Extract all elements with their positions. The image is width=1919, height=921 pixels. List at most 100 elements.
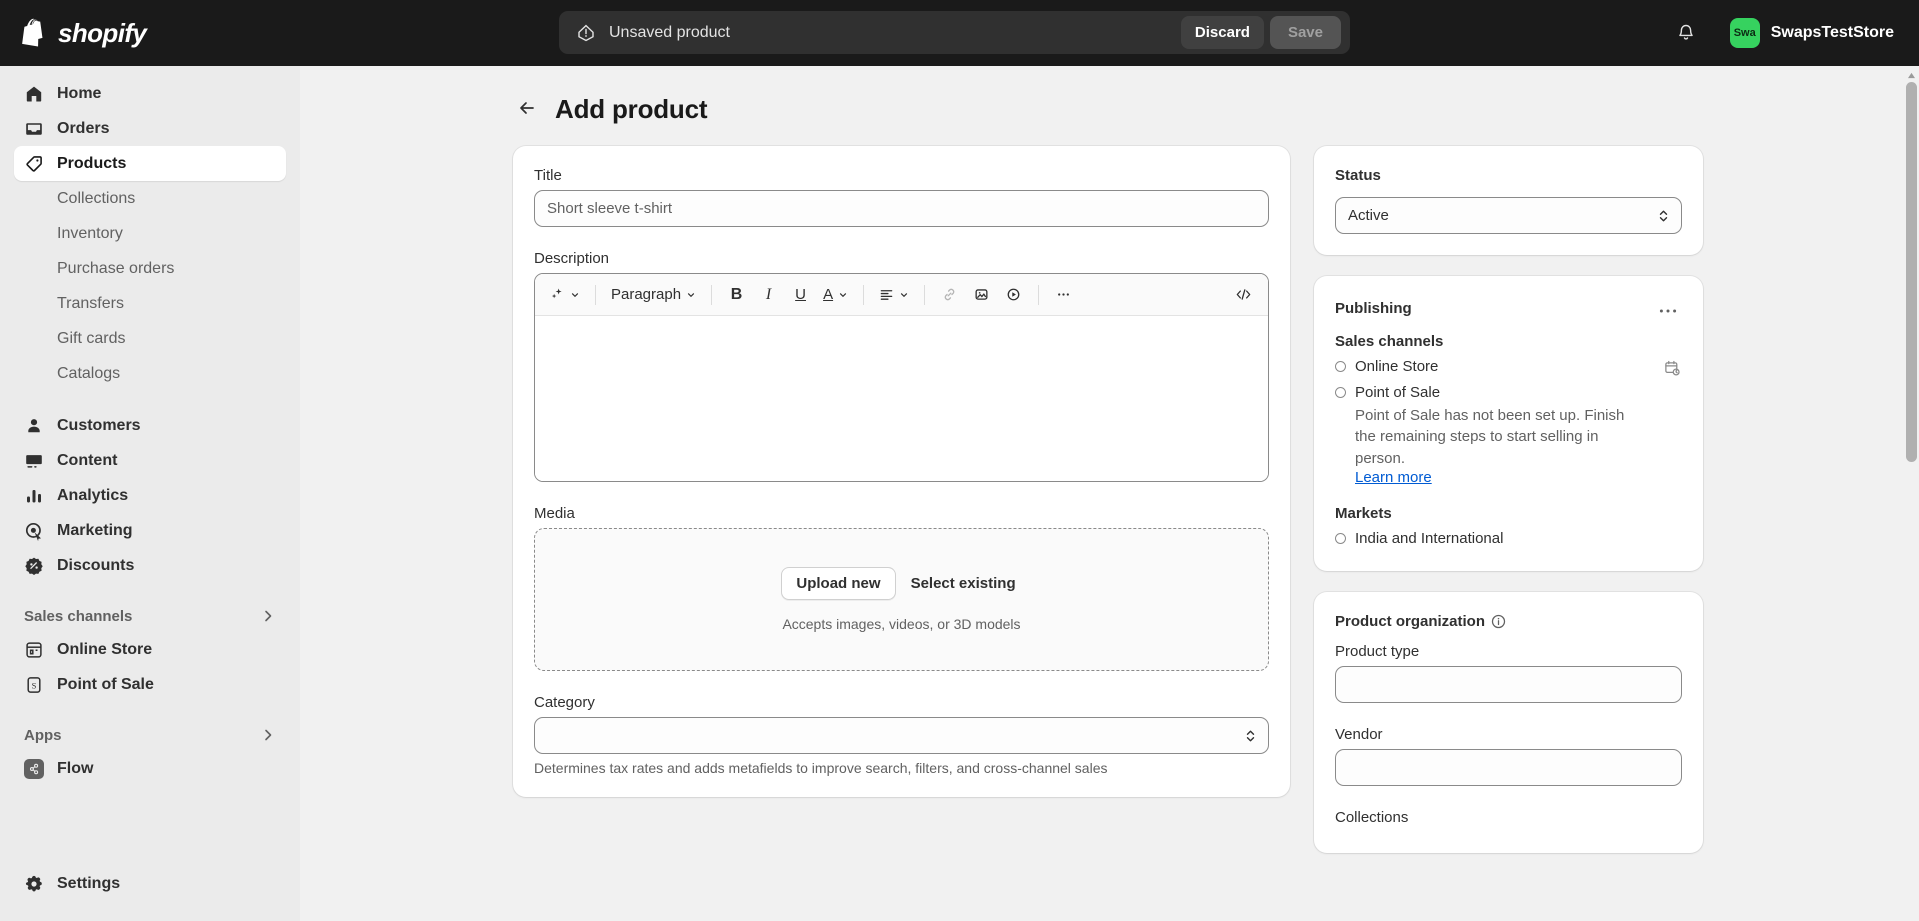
market-radio[interactable] [1335,532,1346,544]
html-code-icon[interactable] [1229,280,1258,309]
discount-badge-icon [24,556,44,576]
sidebar-item-collections[interactable]: Collections [14,181,286,216]
svg-text:S: S [32,680,37,690]
media-label: Media [534,505,575,522]
sidebar-item-orders[interactable]: Orders [14,111,286,146]
sidebar-item-purchase-orders[interactable]: Purchase orders [14,251,286,286]
home-icon [24,84,44,104]
flow-app-icon [24,758,44,779]
sidebar-divider-gap [0,391,300,408]
sidebar-divider-gap [0,702,300,719]
chevron-right-icon [260,608,276,624]
italic-icon[interactable]: I [754,280,783,309]
editor-toolbar: Paragraph B I U A [535,274,1268,316]
product-type-label: Product type [1335,642,1420,660]
sidebar-item-settings[interactable]: Settings [14,866,286,901]
upload-new-button[interactable]: Upload new [781,567,896,600]
media-field-group: Media Upload new Select existing Accepts… [534,505,1269,671]
align-left-icon[interactable] [874,280,914,309]
sidebar-item-label: Online Store [57,640,153,658]
description-editor-body[interactable] [535,316,1268,481]
organization-card-header: Product organization [1335,613,1682,630]
media-hint: Accepts images, videos, or 3D models [782,616,1021,632]
vendor-label: Vendor [1335,725,1383,743]
toolbar-divider [711,284,713,305]
sidebar-item-transfers[interactable]: Transfers [14,286,286,321]
sidebar-item-discounts[interactable]: Discounts [14,548,286,583]
product-type-input[interactable] [1335,665,1682,703]
sidebar-section-sales-channels[interactable]: Sales channels [14,600,286,632]
sidebar-item-home[interactable]: Home [14,76,286,111]
triangle-up-icon[interactable] [1903,68,1919,82]
primary-column: Title Description [513,146,1290,874]
toolbar-divider [595,284,596,305]
sidebar-item-marketing[interactable]: Marketing [14,513,286,548]
back-button[interactable] [513,96,541,124]
organization-card-title: Product organization [1335,613,1506,630]
bold-icon[interactable]: B [722,280,751,309]
ellipsis-icon[interactable] [1654,297,1682,320]
link-icon[interactable] [935,280,964,309]
sidebar-item-products[interactable]: Products [14,146,286,181]
notifications-button[interactable] [1669,16,1703,50]
shopify-logo[interactable]: shopify [22,18,147,49]
info-circle-icon[interactable] [1491,614,1506,629]
sidebar-item-gift-cards[interactable]: Gift cards [14,321,286,356]
more-options-icon[interactable] [1049,280,1078,309]
sidebar-section-apps[interactable]: Apps [14,719,286,751]
channel-label: Point of Sale [1355,384,1441,401]
sidebar-footer: Settings [0,866,300,901]
image-icon [24,451,44,471]
sidebar-item-inventory[interactable]: Inventory [14,216,286,251]
sidebar-item-content[interactable]: Content [14,443,286,478]
markets-label: Markets [1335,504,1392,522]
target-cursor-icon [24,521,44,541]
sidebar-divider-gap [0,583,300,600]
magic-ai-icon[interactable] [545,280,585,309]
text-color-icon[interactable]: A [818,280,853,309]
content-columns: Title Description [513,146,1919,874]
scrollbar-track[interactable] [1906,82,1917,462]
alert-circle-icon [576,23,596,43]
sidebar-item-customers[interactable]: Customers [14,408,286,443]
scrollbar-thumb[interactable] [1906,82,1917,462]
sidebar-item-catalogs[interactable]: Catalogs [14,356,286,391]
title-field-group: Title [534,167,1269,227]
insert-image-icon[interactable] [967,280,996,309]
store-switcher-button[interactable]: Swa SwapsTestStore [1725,15,1899,51]
status-select[interactable]: Active [1335,197,1682,234]
market-india-international[interactable]: India and International [1335,527,1682,550]
sales-channels-label: Sales channels [1335,333,1444,350]
publishing-card: Publishing Sales channels Online Store P… [1314,276,1703,571]
category-select[interactable] [534,717,1269,754]
sidebar-item-analytics[interactable]: Analytics [14,478,286,513]
sidebar-item-online-store[interactable]: Online Store [14,632,286,667]
sidebar-item-label: Discounts [57,556,135,574]
discard-button[interactable]: Discard [1180,16,1264,49]
category-help-text: Determines tax rates and adds metafields… [534,760,1108,776]
sidebar-item-label: Customers [57,416,141,434]
sidebar-subitem-label: Collections [57,189,136,207]
learn-more-link[interactable]: Learn more [1355,469,1432,486]
page-header: Add product [513,94,1919,125]
vendor-input[interactable] [1335,748,1682,786]
product-organization-card: Product organization Product type Vendor [1314,591,1703,853]
sales-channel-point-of-sale[interactable]: Point of Sale [1335,381,1682,404]
save-button[interactable]: Save [1269,16,1341,49]
point-of-sale-radio[interactable] [1335,387,1346,398]
top-bar: shopify Unsaved product Discard Save Swa… [0,0,1919,66]
online-store-radio[interactable] [1335,361,1346,372]
insert-video-icon[interactable] [999,280,1028,309]
underline-icon[interactable]: U [786,280,815,309]
sidebar-item-flow[interactable]: Flow [14,751,286,786]
sales-channel-online-store[interactable]: Online Store [1335,355,1682,381]
title-input[interactable] [534,190,1269,227]
page-scrollbar[interactable] [1903,66,1919,921]
sidebar-subitem-label: Inventory [57,224,123,242]
sidebar-item-label: Marketing [57,521,133,539]
paragraph-style-select[interactable]: Paragraph [606,280,701,309]
calendar-clock-icon[interactable] [1662,358,1682,378]
sidebar-item-point-of-sale[interactable]: S Point of Sale [14,667,286,702]
media-dropzone[interactable]: Upload new Select existing Accepts image… [534,528,1269,671]
select-existing-button[interactable]: Select existing [905,568,1022,599]
